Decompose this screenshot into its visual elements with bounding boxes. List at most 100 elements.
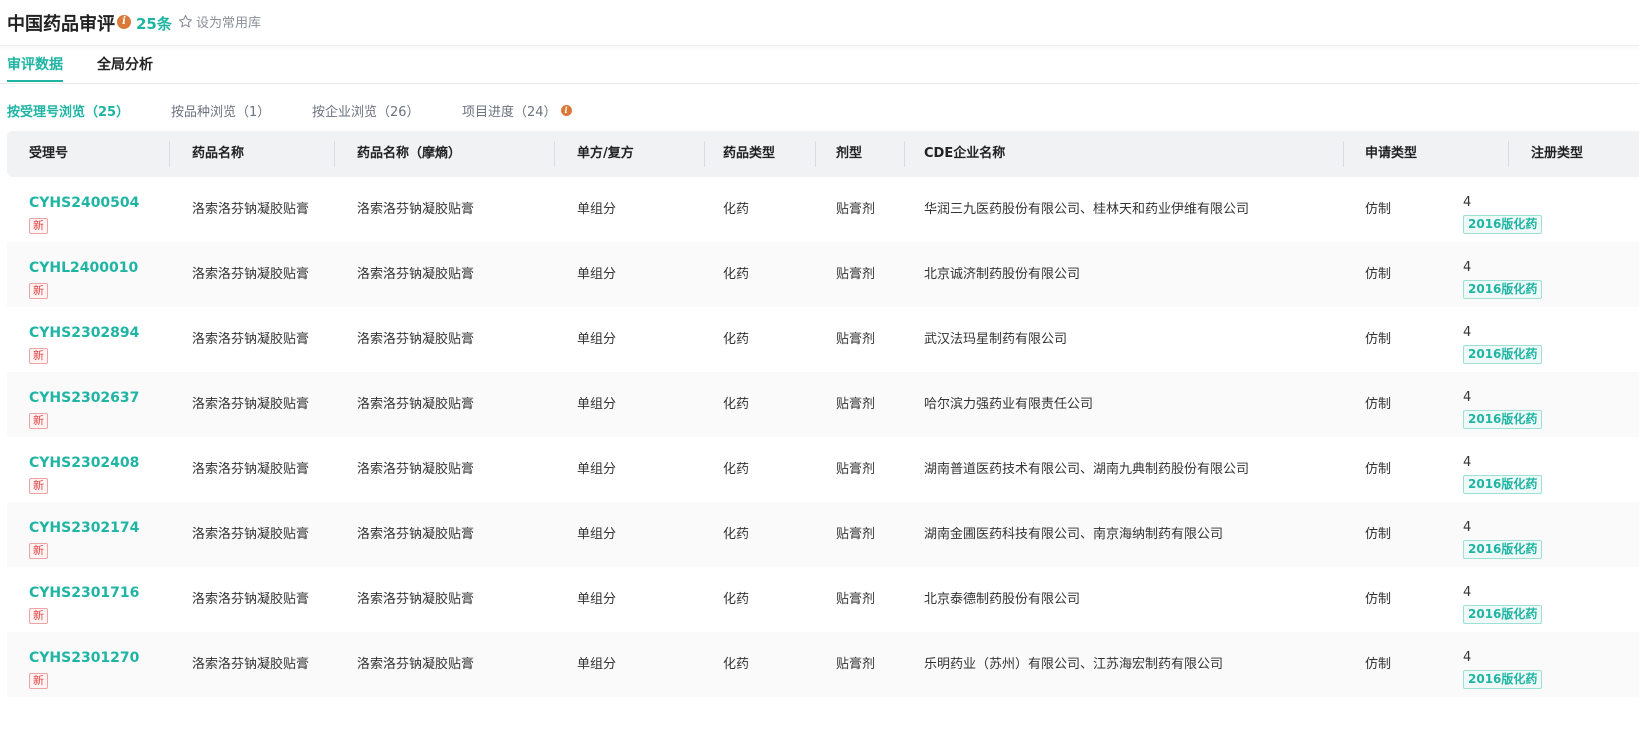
info-icon[interactable]: i: [560, 105, 572, 116]
set-favorite-button[interactable]: 设为常用库: [178, 12, 261, 31]
info-icon[interactable]: i: [117, 15, 131, 29]
drug-name-moshang-cell: 洛索洛芬钠凝胶贴膏: [357, 592, 475, 607]
tab-global-analysis[interactable]: 全局分析: [97, 54, 153, 74]
column-header[interactable]: 申请类型: [1365, 131, 1417, 177]
registration-class: 4: [1463, 455, 1472, 470]
drug-name-cell: 洛索洛芬钠凝胶贴膏: [192, 332, 310, 347]
compound-cell: 单组分: [577, 202, 617, 217]
dosage-form-cell: 贴膏剂: [836, 592, 876, 607]
new-badge: 新: [29, 543, 48, 559]
column-divider: [1343, 141, 1344, 167]
compound-cell: 单组分: [577, 267, 617, 282]
subtab-by-company[interactable]: 按企业浏览（26）: [312, 101, 420, 120]
registration-type-badge: 2016版化药: [1463, 475, 1543, 494]
compound-cell: 单组分: [577, 332, 617, 347]
acceptance-number-link[interactable]: CYHS2302637: [29, 389, 139, 407]
drug-type-cell: 化药: [723, 657, 750, 672]
star-icon: [179, 15, 192, 28]
new-badge: 新: [29, 218, 48, 234]
column-header[interactable]: 受理号: [29, 131, 68, 177]
acceptance-number-link[interactable]: CYHS2301270: [29, 649, 139, 667]
acceptance-number-link[interactable]: CYHS2302894: [29, 324, 139, 342]
column-divider: [169, 141, 170, 167]
table-row[interactable]: CYHS2301716 新 洛索洛芬钠凝胶贴膏 洛索洛芬钠凝胶贴膏 单组分 化药 贴膏剂 北京…: [7, 567, 1639, 632]
application-type-cell: 仿制: [1365, 462, 1392, 477]
drug-type-cell: 化药: [723, 527, 750, 542]
column-header[interactable]: 药品类型: [723, 131, 775, 177]
registration-type-badge: 2016版化药: [1463, 280, 1543, 299]
dosage-form-cell: 贴膏剂: [836, 332, 876, 347]
column-divider: [1508, 141, 1509, 167]
drug-name-moshang-cell: 洛索洛芬钠凝胶贴膏: [357, 202, 475, 217]
new-badge: 新: [29, 348, 48, 364]
drug-name-cell: 洛索洛芬钠凝胶贴膏: [192, 462, 310, 477]
registration-class: 4: [1463, 390, 1472, 405]
drug-type-cell: 化药: [723, 592, 750, 607]
registration-type-badge: 2016版化药: [1463, 215, 1543, 234]
application-type-cell: 仿制: [1365, 397, 1392, 412]
tab-review-data[interactable]: 审评数据: [7, 54, 63, 82]
table-row[interactable]: CYHS2400504 新 洛索洛芬钠凝胶贴膏 洛索洛芬钠凝胶贴膏 单组分 化药 贴膏剂 华润…: [7, 177, 1639, 242]
column-divider: [704, 141, 705, 167]
column-header[interactable]: 药品名称（摩熵）: [357, 131, 461, 177]
subtab-by-variety[interactable]: 按品种浏览（1）: [171, 101, 270, 120]
table-header: 受理号 药品名称 药品名称（摩熵） 单方/复方 药品类型 剂型 CDE企业名称 …: [7, 131, 1639, 177]
company-cell: 湖南金圃医药科技有限公司、南京海纳制药有限公司: [924, 527, 1224, 542]
table-row[interactable]: CYHS2302408 新 洛索洛芬钠凝胶贴膏 洛索洛芬钠凝胶贴膏 单组分 化药 贴膏剂 湖南…: [7, 437, 1639, 502]
drug-name-moshang-cell: 洛索洛芬钠凝胶贴膏: [357, 462, 475, 477]
registration-class: 4: [1463, 325, 1472, 340]
company-cell: 乐明药业（苏州）有限公司、江苏海宏制药有限公司: [924, 657, 1224, 672]
application-type-cell: 仿制: [1365, 657, 1392, 672]
registration-class: 4: [1463, 195, 1472, 210]
column-header[interactable]: 药品名称: [192, 131, 244, 177]
table-row[interactable]: CYHS2301270 新 洛索洛芬钠凝胶贴膏 洛索洛芬钠凝胶贴膏 单组分 化药 贴膏剂 乐明…: [7, 632, 1639, 697]
acceptance-number-link[interactable]: CYHS2301716: [29, 584, 139, 602]
drug-type-cell: 化药: [723, 202, 750, 217]
table-row[interactable]: CYHL2400010 新 洛索洛芬钠凝胶贴膏 洛索洛芬钠凝胶贴膏 单组分 化药 贴膏剂 北京…: [7, 242, 1639, 307]
column-divider: [904, 141, 905, 167]
acceptance-number-link[interactable]: CYHL2400010: [29, 259, 138, 277]
company-cell: 北京诚济制药股份有限公司: [924, 267, 1081, 282]
application-type-cell: 仿制: [1365, 202, 1392, 217]
column-header[interactable]: 单方/复方: [577, 131, 634, 177]
new-badge: 新: [29, 413, 48, 429]
dosage-form-cell: 贴膏剂: [836, 657, 876, 672]
subtab-project-progress[interactable]: 项目进度（24） i: [462, 101, 572, 120]
dosage-form-cell: 贴膏剂: [836, 202, 876, 217]
registration-class: 4: [1463, 585, 1472, 600]
table-row[interactable]: CYHS2302637 新 洛索洛芬钠凝胶贴膏 洛索洛芬钠凝胶贴膏 单组分 化药 贴膏剂 哈尔…: [7, 372, 1639, 437]
subtab-project-progress-label: 项目进度（24）: [462, 105, 557, 120]
drug-type-cell: 化药: [723, 267, 750, 282]
table-row[interactable]: CYHS2302174 新 洛索洛芬钠凝胶贴膏 洛索洛芬钠凝胶贴膏 单组分 化药 贴膏剂 湖南…: [7, 502, 1639, 567]
dosage-form-cell: 贴膏剂: [836, 462, 876, 477]
company-cell: 湖南普道医药技术有限公司、湖南九典制药股份有限公司: [924, 462, 1250, 477]
drug-name-cell: 洛索洛芬钠凝胶贴膏: [192, 657, 310, 672]
column-header[interactable]: CDE企业名称: [924, 131, 1005, 177]
application-type-cell: 仿制: [1365, 332, 1392, 347]
compound-cell: 单组分: [577, 592, 617, 607]
acceptance-number-link[interactable]: CYHS2400504: [29, 194, 139, 212]
compound-cell: 单组分: [577, 527, 617, 542]
column-header[interactable]: 注册类型: [1531, 131, 1583, 177]
acceptance-number-link[interactable]: CYHS2302174: [29, 519, 139, 537]
subtab-by-acceptance-no[interactable]: 按受理号浏览（25）: [7, 101, 129, 120]
registration-type-badge: 2016版化药: [1463, 670, 1543, 689]
column-header[interactable]: 剂型: [836, 131, 862, 177]
column-divider: [815, 141, 816, 167]
company-cell: 华润三九医药股份有限公司、桂林天和药业伊维有限公司: [924, 202, 1250, 217]
acceptance-number-link[interactable]: CYHS2302408: [29, 454, 139, 472]
company-cell: 北京泰德制药股份有限公司: [924, 592, 1081, 607]
drug-name-moshang-cell: 洛索洛芬钠凝胶贴膏: [357, 527, 475, 542]
table-row[interactable]: CYHS2302894 新 洛索洛芬钠凝胶贴膏 洛索洛芬钠凝胶贴膏 单组分 化药 贴膏剂 武汉…: [7, 307, 1639, 372]
new-badge: 新: [29, 283, 48, 299]
registration-type-badge: 2016版化药: [1463, 540, 1543, 559]
column-divider: [554, 141, 555, 167]
application-type-cell: 仿制: [1365, 527, 1392, 542]
registration-class: 4: [1463, 650, 1472, 665]
compound-cell: 单组分: [577, 397, 617, 412]
new-badge: 新: [29, 673, 48, 689]
registration-type-badge: 2016版化药: [1463, 410, 1543, 429]
compound-cell: 单组分: [577, 657, 617, 672]
new-badge: 新: [29, 478, 48, 494]
drug-name-cell: 洛索洛芬钠凝胶贴膏: [192, 527, 310, 542]
